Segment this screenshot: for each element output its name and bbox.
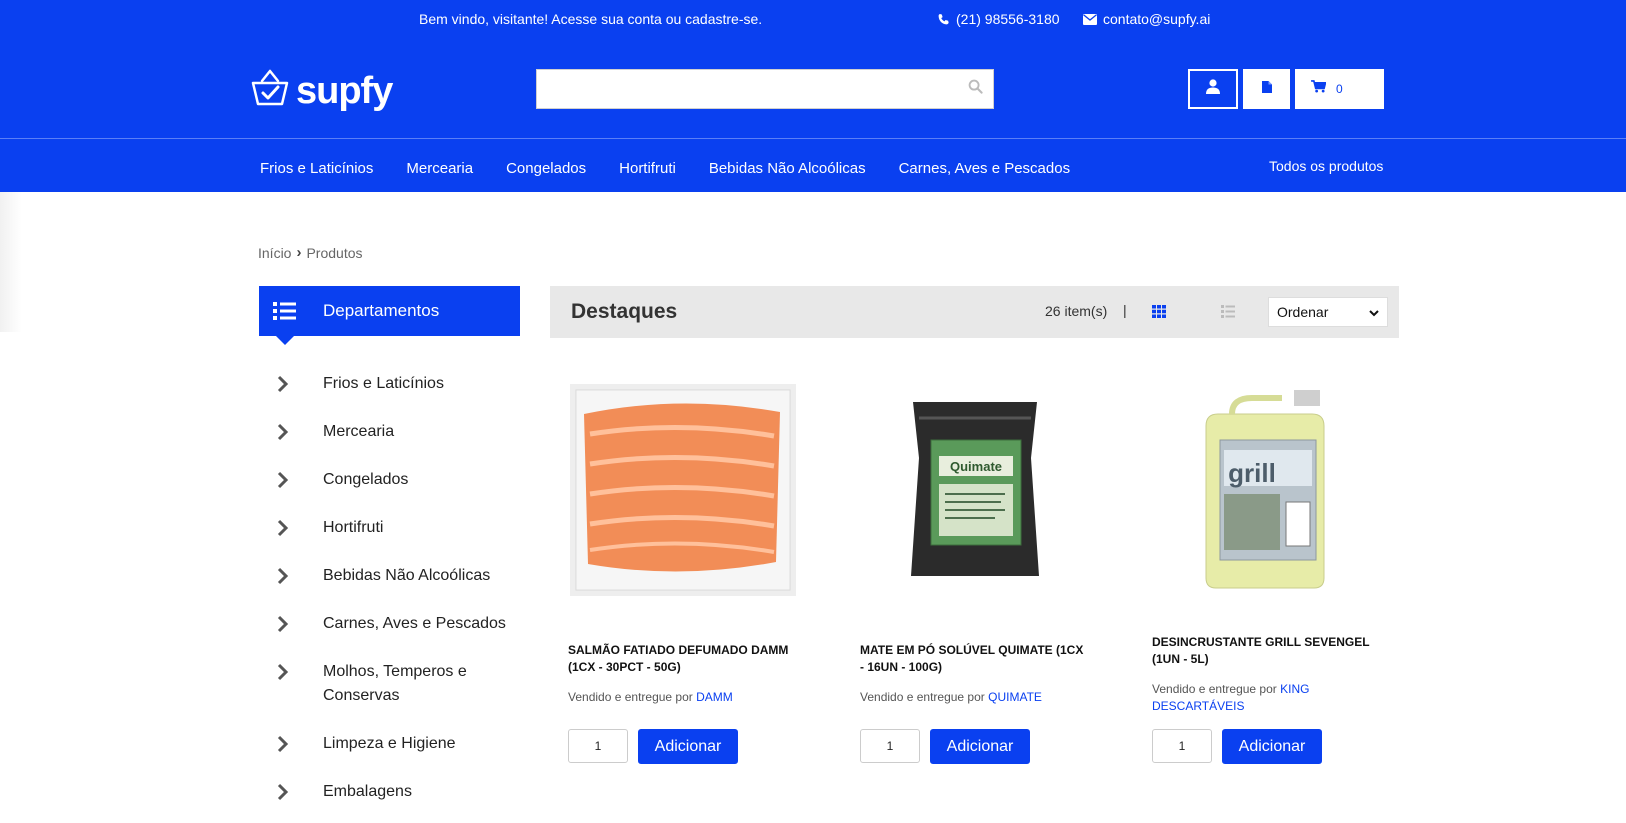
product-image-grill[interactable]: grill: [1152, 380, 1382, 600]
department-label: Congelados: [323, 471, 409, 488]
chevron-right-icon: [277, 567, 289, 590]
search-icon: [968, 79, 983, 99]
contact-phone[interactable]: (21) 98556-3180: [937, 11, 1060, 27]
nav-item-congelados[interactable]: Congelados: [506, 160, 586, 177]
product-card: Quimate MATE EM PÓ SOLÚVEL QUIMATE (1CX …: [860, 380, 1110, 780]
departments-notch: [276, 336, 294, 345]
phone-icon: [937, 13, 950, 26]
chevron-right-icon: [277, 471, 289, 494]
departments-title: Departamentos: [323, 301, 440, 320]
cart-count: 0: [1336, 82, 1343, 96]
sort-selected-value: Ordenar: [1277, 304, 1329, 320]
document-icon: [1261, 80, 1272, 98]
department-label: Hortifruti: [323, 519, 384, 536]
department-label: Carnes, Aves e Pescados: [323, 615, 506, 632]
nav-item-hortifruti[interactable]: Hortifruti: [619, 160, 676, 177]
nav-item-carnes[interactable]: Carnes, Aves e Pescados: [899, 160, 1071, 177]
basket-logo-icon: [250, 68, 290, 113]
department-label: Limpeza e Higiene: [323, 735, 456, 752]
product-name[interactable]: MATE EM PÓ SOLÚVEL QUIMATE (1CX - 16UN -…: [860, 642, 1090, 676]
section-title: Destaques: [571, 300, 678, 323]
svg-text:grill: grill: [1228, 458, 1276, 488]
quantity-input[interactable]: [860, 729, 920, 763]
chevron-right-icon: [277, 615, 289, 638]
search-input[interactable]: [537, 70, 957, 108]
nav-all-products[interactable]: Todos os produtos: [1269, 158, 1383, 174]
chevron-right-icon: [277, 735, 289, 758]
product-card: SALMÃO FATIADO DEFUMADO DAMM (1CX - 30PC…: [568, 380, 818, 780]
chevron-right-icon: [277, 519, 289, 542]
departments-header[interactable]: Departamentos: [259, 286, 520, 345]
search-button[interactable]: [957, 70, 993, 108]
product-image-mate[interactable]: Quimate: [860, 380, 1090, 600]
add-to-cart-button[interactable]: Adicionar: [638, 729, 738, 764]
nav-item-frios[interactable]: Frios e Laticínios: [260, 160, 373, 177]
nav-divider: [0, 138, 1626, 139]
product-name[interactable]: SALMÃO FATIADO DEFUMADO DAMM (1CX - 30PC…: [568, 642, 798, 676]
chevron-down-icon: [1369, 304, 1379, 320]
cart-button[interactable]: 0: [1295, 69, 1384, 109]
department-label: Molhos, Temperos e Conservas: [323, 663, 467, 704]
supfy-logo[interactable]: supfy: [250, 68, 393, 113]
breadcrumb-home[interactable]: Início: [258, 245, 291, 261]
cart-icon: [1311, 80, 1327, 98]
envelope-icon: [1083, 13, 1097, 25]
vendor-link[interactable]: QUIMATE: [988, 690, 1042, 704]
site-header: Bem vindo, visitante! Acesse sua conta o…: [0, 0, 1626, 192]
welcome-message[interactable]: Bem vindo, visitante! Acesse sua conta o…: [419, 11, 762, 27]
chevron-right-icon: [277, 423, 289, 446]
quantity-input[interactable]: [568, 729, 628, 763]
quantity-input[interactable]: [1152, 729, 1212, 763]
product-vendor: Vendido e entregue por DAMM: [568, 689, 798, 706]
product-image-salmon[interactable]: [568, 380, 798, 600]
user-icon: [1206, 79, 1220, 99]
products-toolbar: Destaques 26 item(s) | Ordenar: [550, 286, 1399, 338]
chevron-right-icon: [277, 663, 289, 686]
department-label: Frios e Laticínios: [323, 375, 444, 392]
item-count: 26 item(s): [1045, 303, 1108, 319]
add-to-cart-button[interactable]: Adicionar: [1222, 729, 1322, 764]
department-label: Embalagens: [323, 783, 412, 800]
breadcrumb-current: Produtos: [306, 244, 363, 261]
breadcrumb: Início › Produtos: [258, 244, 363, 261]
vendor-prefix: Vendido e entregue por: [860, 690, 985, 704]
search-box: [536, 69, 994, 109]
svg-text:Quimate: Quimate: [950, 459, 1002, 474]
toolbar-separator: |: [1123, 302, 1127, 318]
product-vendor: Vendido e entregue por KING DESCARTÁVEIS: [1152, 681, 1382, 715]
product-name[interactable]: DESINCRUSTANTE GRILL SEVENGEL (1UN - 5L): [1152, 634, 1382, 668]
list-icon: [273, 301, 297, 326]
email-address: contato@supfy.ai: [1103, 11, 1211, 27]
breadcrumb-separator: ›: [296, 244, 302, 261]
grid-view-icon[interactable]: [1152, 305, 1166, 323]
sort-select[interactable]: Ordenar: [1268, 297, 1388, 327]
vendor-prefix: Vendido e entregue por: [568, 690, 693, 704]
list-view-icon[interactable]: [1221, 305, 1235, 323]
product-vendor: Vendido e entregue por QUIMATE: [860, 689, 1090, 706]
nav-item-bebidas[interactable]: Bebidas Não Alcoólicas: [709, 160, 866, 177]
chevron-right-icon: [277, 783, 289, 806]
vendor-prefix: Vendido e entregue por: [1152, 682, 1277, 696]
logo-text: supfy: [296, 69, 393, 112]
chevron-right-icon: [277, 375, 289, 398]
vendor-link[interactable]: DAMM: [696, 690, 733, 704]
department-label: Bebidas Não Alcoólicas: [323, 567, 491, 584]
main-nav: Frios e Laticínios Mercearia Congelados …: [260, 160, 1103, 177]
left-edge-shadow: [0, 192, 22, 332]
phone-number: (21) 98556-3180: [956, 11, 1060, 27]
account-button[interactable]: [1188, 69, 1238, 109]
contact-email[interactable]: contato@supfy.ai: [1083, 11, 1210, 27]
department-label: Mercearia: [323, 423, 395, 440]
nav-item-mercearia[interactable]: Mercearia: [406, 160, 473, 177]
product-card: grill DESINCRUSTANTE GRILL SEVENGEL (1UN…: [1152, 380, 1402, 780]
orders-button[interactable]: [1243, 69, 1290, 109]
add-to-cart-button[interactable]: Adicionar: [930, 729, 1030, 764]
